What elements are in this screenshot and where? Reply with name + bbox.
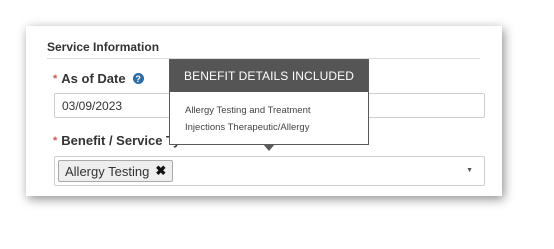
section-title: Service Information: [47, 40, 160, 54]
tooltip-title: BENEFIT DETAILS INCLUDED: [170, 60, 368, 92]
tooltip-arrow: [263, 144, 275, 151]
as-of-date-label: * As of Date ?: [53, 71, 144, 86]
tooltip-item: Injections Therapeutic/Allergy: [185, 122, 310, 133]
tooltip-item: Allergy Testing and Treatment: [185, 105, 311, 116]
tooltip-body: Allergy Testing and Treatment Injections…: [170, 92, 368, 136]
benefit-service-type-label: * Benefit / Service Ty: [53, 133, 180, 148]
benefit-service-type-select[interactable]: Allergy Testing ✖ ▼: [54, 156, 485, 186]
benefit-details-tooltip: BENEFIT DETAILS INCLUDED Allergy Testing…: [169, 59, 369, 151]
required-marker: *: [53, 134, 58, 147]
selected-chip: Allergy Testing ✖: [58, 160, 174, 182]
question-circle-icon[interactable]: ?: [132, 73, 144, 84]
selected-chip-label: Allergy Testing: [65, 163, 150, 179]
close-icon[interactable]: ✖: [155, 163, 166, 179]
benefit-service-type-label-text: Benefit / Service Ty: [61, 133, 181, 148]
required-marker: *: [53, 72, 58, 85]
as-of-date-label-text: As of Date: [61, 71, 126, 86]
caret-down-icon[interactable]: ▼: [466, 167, 473, 174]
